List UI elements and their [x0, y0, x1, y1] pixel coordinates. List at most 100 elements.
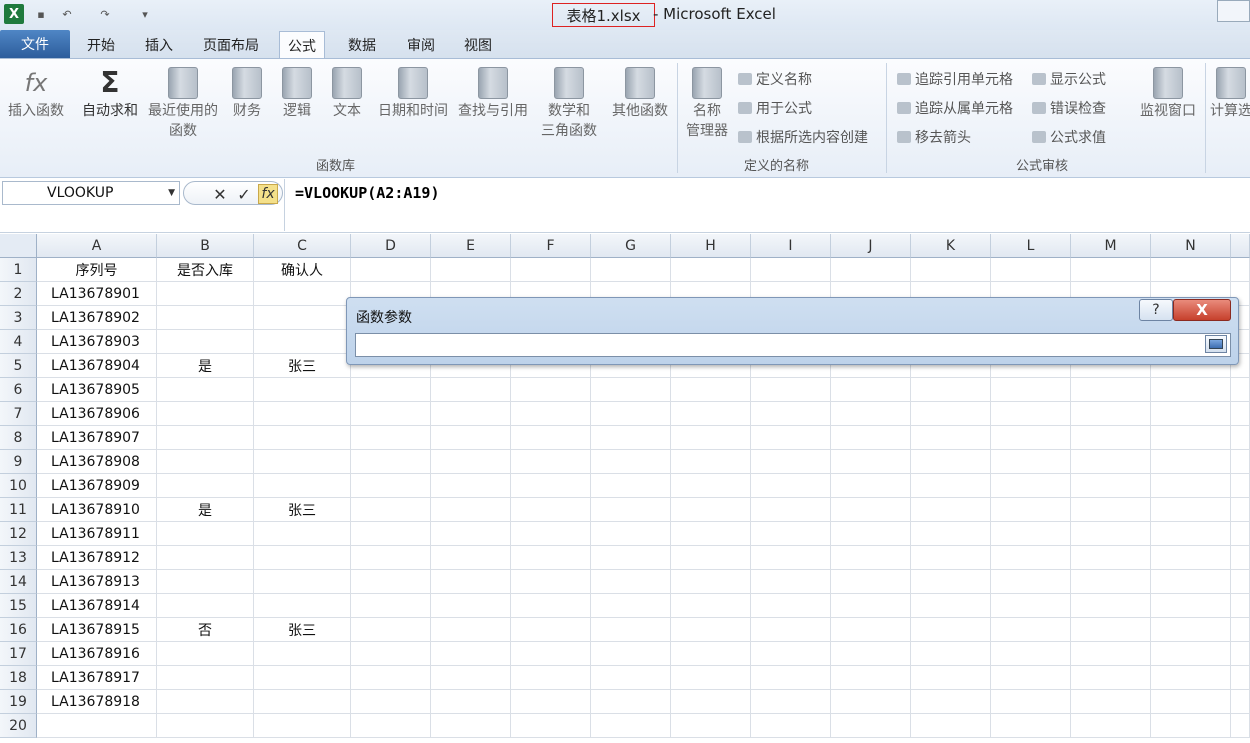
column-header[interactable]: C — [254, 234, 351, 258]
cell-B20[interactable] — [157, 714, 254, 738]
tab-view[interactable]: 视图 — [456, 32, 500, 58]
cell-I16[interactable] — [751, 618, 831, 642]
cell-E6[interactable] — [431, 378, 511, 402]
cell-A4[interactable]: LA13678903 — [37, 330, 157, 354]
cell-N11[interactable] — [1151, 498, 1231, 522]
cell-H17[interactable] — [671, 642, 751, 666]
cell-J16[interactable] — [831, 618, 911, 642]
cell-K1[interactable] — [911, 258, 991, 282]
cell-overflow[interactable] — [1231, 642, 1250, 666]
cell-D8[interactable] — [351, 426, 431, 450]
column-header[interactable]: H — [671, 234, 751, 258]
cell-D11[interactable] — [351, 498, 431, 522]
customize-qat-icon[interactable]: ▾ — [136, 5, 154, 23]
undo-icon[interactable]: ↶ — [58, 5, 76, 23]
watch-window-button[interactable]: 监视窗口 — [1136, 67, 1200, 121]
cell-D17[interactable] — [351, 642, 431, 666]
cell-M14[interactable] — [1071, 570, 1151, 594]
cell-M6[interactable] — [1071, 378, 1151, 402]
window-controls[interactable] — [1217, 0, 1250, 22]
expand-dialog-button[interactable] — [1205, 335, 1227, 353]
cell-J17[interactable] — [831, 642, 911, 666]
cell-A9[interactable]: LA13678908 — [37, 450, 157, 474]
cell-J10[interactable] — [831, 474, 911, 498]
cell-K12[interactable] — [911, 522, 991, 546]
row-header[interactable]: 20 — [0, 714, 37, 738]
cell-B4[interactable] — [157, 330, 254, 354]
datetime-button[interactable]: 日期和时间 — [374, 67, 452, 121]
lookup-button[interactable]: 查找与引用 — [454, 67, 532, 121]
cell-A17[interactable]: LA13678916 — [37, 642, 157, 666]
cell-D6[interactable] — [351, 378, 431, 402]
financial-button[interactable]: 财务 — [228, 67, 266, 121]
row-header[interactable]: 18 — [0, 666, 37, 690]
cell-M16[interactable] — [1071, 618, 1151, 642]
cell-H16[interactable] — [671, 618, 751, 642]
cell-A18[interactable]: LA13678917 — [37, 666, 157, 690]
cell-overflow[interactable] — [1231, 378, 1250, 402]
tab-review[interactable]: 审阅 — [399, 32, 443, 58]
cell-C20[interactable] — [254, 714, 351, 738]
cell-L17[interactable] — [991, 642, 1071, 666]
tab-page-layout[interactable]: 页面布局 — [195, 32, 267, 58]
cell-A14[interactable]: LA13678913 — [37, 570, 157, 594]
cell-L1[interactable] — [991, 258, 1071, 282]
cell-I11[interactable] — [751, 498, 831, 522]
cell-J7[interactable] — [831, 402, 911, 426]
cell-D9[interactable] — [351, 450, 431, 474]
cell-C4[interactable] — [254, 330, 351, 354]
cell-J6[interactable] — [831, 378, 911, 402]
row-header[interactable]: 5 — [0, 354, 37, 378]
cell-G10[interactable] — [591, 474, 671, 498]
cell-E9[interactable] — [431, 450, 511, 474]
cell-H19[interactable] — [671, 690, 751, 714]
cell-D16[interactable] — [351, 618, 431, 642]
cell-D14[interactable] — [351, 570, 431, 594]
cell-M9[interactable] — [1071, 450, 1151, 474]
cell-L12[interactable] — [991, 522, 1071, 546]
autosum-button[interactable]: Σ 自动求和 — [78, 67, 142, 121]
row-header[interactable]: 16 — [0, 618, 37, 642]
tab-data[interactable]: 数据 — [340, 32, 384, 58]
cell-A16[interactable]: LA13678915 — [37, 618, 157, 642]
cell-H15[interactable] — [671, 594, 751, 618]
cell-overflow[interactable] — [1231, 258, 1250, 282]
cell-E14[interactable] — [431, 570, 511, 594]
cell-H9[interactable] — [671, 450, 751, 474]
cell-M17[interactable] — [1071, 642, 1151, 666]
cell-I19[interactable] — [751, 690, 831, 714]
close-button[interactable]: X — [1173, 299, 1231, 321]
text-functions-button[interactable]: 文本 — [328, 67, 366, 121]
cell-M11[interactable] — [1071, 498, 1151, 522]
cell-G7[interactable] — [591, 402, 671, 426]
cell-overflow[interactable] — [1231, 450, 1250, 474]
cell-B15[interactable] — [157, 594, 254, 618]
cell-E15[interactable] — [431, 594, 511, 618]
cell-A6[interactable]: LA13678905 — [37, 378, 157, 402]
cell-E7[interactable] — [431, 402, 511, 426]
cell-H14[interactable] — [671, 570, 751, 594]
cell-I10[interactable] — [751, 474, 831, 498]
cell-H6[interactable] — [671, 378, 751, 402]
cell-F17[interactable] — [511, 642, 591, 666]
cell-A7[interactable]: LA13678906 — [37, 402, 157, 426]
cell-L13[interactable] — [991, 546, 1071, 570]
cell-B12[interactable] — [157, 522, 254, 546]
cell-H1[interactable] — [671, 258, 751, 282]
save-icon[interactable]: ▪ — [32, 5, 50, 23]
cell-I9[interactable] — [751, 450, 831, 474]
cell-E12[interactable] — [431, 522, 511, 546]
cell-overflow[interactable] — [1231, 666, 1250, 690]
cell-J8[interactable] — [831, 426, 911, 450]
cell-A2[interactable]: LA13678901 — [37, 282, 157, 306]
cell-G8[interactable] — [591, 426, 671, 450]
cell-J1[interactable] — [831, 258, 911, 282]
tab-file[interactable]: 文件 — [0, 30, 70, 58]
column-header[interactable]: B — [157, 234, 254, 258]
cell-M8[interactable] — [1071, 426, 1151, 450]
row-header[interactable]: 4 — [0, 330, 37, 354]
cell-D19[interactable] — [351, 690, 431, 714]
cell-N13[interactable] — [1151, 546, 1231, 570]
cell-K9[interactable] — [911, 450, 991, 474]
cell-C11[interactable]: 张三 — [254, 498, 351, 522]
